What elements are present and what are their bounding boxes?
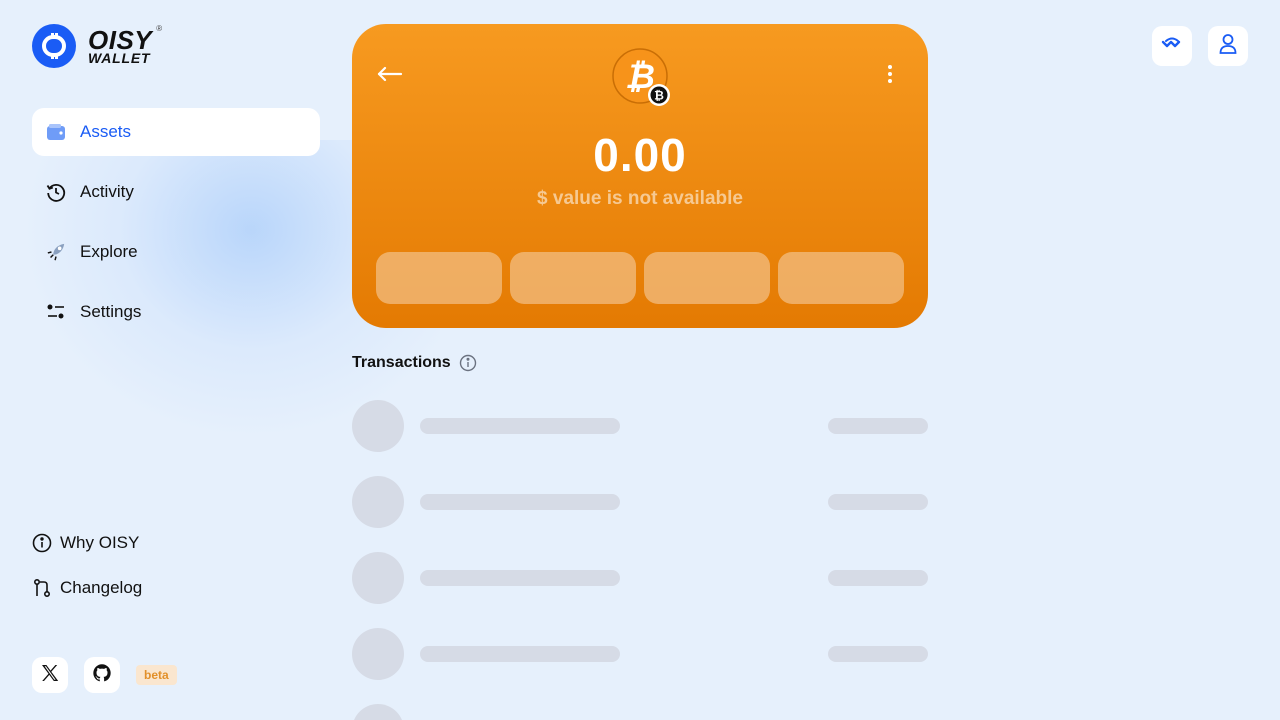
action-button-placeholder [376, 252, 502, 304]
skeleton-avatar [352, 552, 404, 604]
oisy-logo[interactable]: OISY WALLET ® [32, 24, 162, 68]
skeleton-avatar [352, 400, 404, 452]
sidebar-nav: Assets Activity Explore Settings [32, 108, 320, 348]
skeleton-avatar [352, 628, 404, 680]
user-profile-button[interactable] [1208, 26, 1248, 66]
transaction-skeleton-row [352, 476, 928, 528]
github-icon [92, 663, 112, 688]
sidebar-item-explore[interactable]: Explore [32, 228, 320, 276]
skeleton-line [420, 418, 620, 434]
sidebar-item-label: Activity [80, 182, 134, 201]
sliders-icon [46, 302, 66, 322]
action-button-placeholder [644, 252, 770, 304]
changelog-link[interactable]: Changelog [32, 577, 142, 599]
sidebar-item-settings[interactable]: Settings [32, 288, 320, 336]
sidebar-item-label: Explore [80, 242, 138, 261]
token-balance: 0.00 [593, 129, 687, 181]
token-actions [376, 252, 904, 304]
more-options-button[interactable] [880, 64, 900, 88]
transaction-skeleton-row [352, 400, 928, 452]
social-links: beta [32, 657, 177, 693]
git-branch-icon [32, 578, 52, 598]
skeleton-line [420, 646, 620, 662]
sidebar-item-assets[interactable]: Assets [32, 108, 320, 156]
github-button[interactable] [84, 657, 120, 693]
info-icon [32, 533, 52, 553]
transaction-skeleton-row [352, 628, 928, 680]
wallet-icon [46, 122, 66, 142]
transactions-header: Transactions [352, 354, 477, 372]
transaction-skeleton-row [352, 704, 928, 720]
user-icon [1218, 33, 1238, 60]
beta-badge: beta [136, 665, 177, 685]
token-card: ₿ ₿ 0.00 $ value is not available [352, 24, 928, 328]
action-button-placeholder [510, 252, 636, 304]
sidebar-item-activity[interactable]: Activity [32, 168, 320, 216]
back-button[interactable] [376, 62, 404, 90]
skeleton-avatar [352, 476, 404, 528]
svg-text:₿: ₿ [654, 89, 664, 103]
transactions-title: Transactions [352, 354, 451, 371]
skeleton-line [828, 646, 928, 662]
skeleton-line [828, 570, 928, 586]
why-oisy-label: Why OISY [60, 533, 140, 552]
history-icon [46, 182, 66, 202]
x-twitter-button[interactable] [32, 657, 68, 693]
logo-wordmark: OISY WALLET ® [88, 25, 162, 66]
oisy-logo-icon [32, 24, 76, 68]
skeleton-line [828, 418, 928, 434]
x-twitter-icon [40, 663, 60, 688]
walletconnect-icon [1161, 37, 1183, 56]
skeleton-line [420, 570, 620, 586]
walletconnect-button[interactable] [1152, 26, 1192, 66]
info-icon[interactable] [459, 354, 477, 372]
rocket-icon [46, 242, 66, 262]
usd-value-text: $ value is not available [537, 188, 743, 209]
arrow-left-icon [377, 66, 403, 87]
skeleton-avatar [352, 704, 404, 720]
logo-line2: WALLET [88, 50, 151, 66]
skeleton-line [828, 494, 928, 510]
transaction-skeleton-row [352, 552, 928, 604]
skeleton-line [420, 494, 620, 510]
registered-mark: ® [156, 24, 163, 33]
bitcoin-token-logo: ₿ ₿ [612, 48, 670, 106]
changelog-label: Changelog [60, 578, 143, 597]
kebab-menu-icon [887, 64, 893, 89]
action-button-placeholder [778, 252, 904, 304]
sidebar-footer-links: Why OISY Changelog [32, 532, 142, 622]
sidebar-item-label: Assets [80, 122, 132, 141]
why-oisy-link[interactable]: Why OISY [32, 532, 142, 554]
sidebar-item-label: Settings [80, 302, 142, 321]
